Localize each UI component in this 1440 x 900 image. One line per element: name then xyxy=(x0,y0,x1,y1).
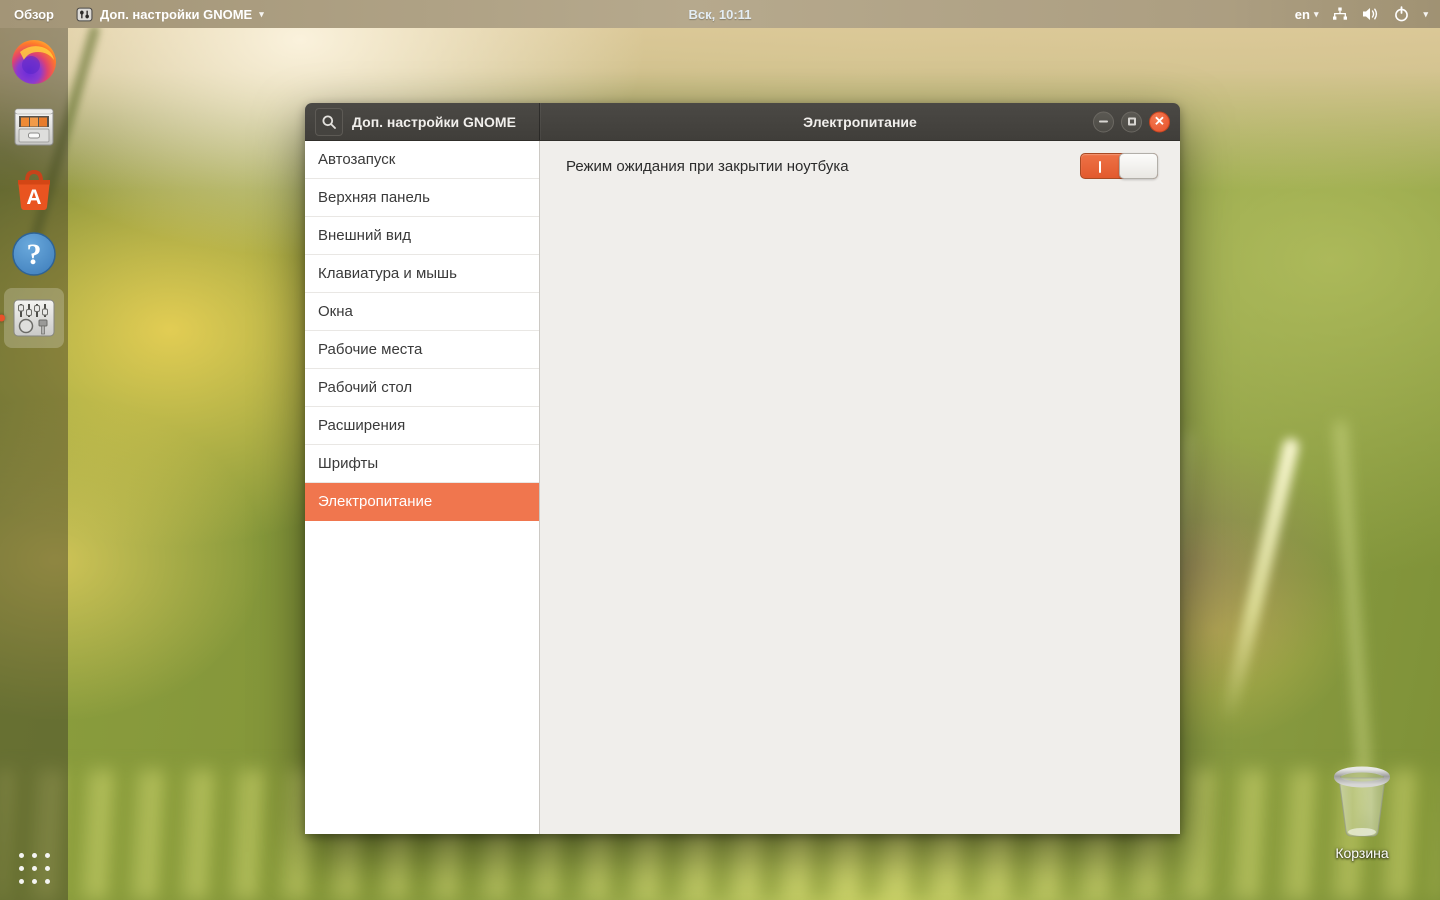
suspend-on-lid-close-label: Режим ожидания при закрытии ноутбука xyxy=(566,157,849,175)
keyboard-layout-label: en xyxy=(1294,6,1310,22)
window-title: Доп. настройки GNOME xyxy=(352,113,516,130)
chevron-down-icon: ▾ xyxy=(1313,8,1319,19)
trash-icon xyxy=(1326,766,1398,842)
search-button[interactable] xyxy=(315,107,343,136)
dock-item-ubuntu-software[interactable]: A xyxy=(4,160,64,220)
window-body: Автозапуск Верхняя панель Внешний вид Кл… xyxy=(305,141,1180,834)
desktop: Обзор Доп. настройки GNOME ▾ Вск, 10:11 xyxy=(0,0,1440,900)
close-button[interactable]: ✕ xyxy=(1149,111,1170,132)
sidebar-item-appearance[interactable]: Внешний вид xyxy=(305,217,539,255)
svg-text:?: ? xyxy=(27,238,42,271)
titlebar-right-pane: Электропитание ✕ xyxy=(540,103,1180,140)
titlebar[interactable]: Доп. настройки GNOME Электропитание ✕ xyxy=(305,103,1180,141)
suspend-on-lid-close-toggle[interactable] xyxy=(1080,153,1158,179)
ubuntu-software-icon: A xyxy=(10,166,58,214)
top-bar-left: Обзор Доп. настройки GNOME ▾ xyxy=(0,6,264,23)
maximize-button[interactable] xyxy=(1121,111,1142,132)
sidebar-item-power[interactable]: Электропитание xyxy=(305,483,539,521)
sidebar-item-keyboard-mouse[interactable]: Клавиатура и мышь xyxy=(305,255,539,293)
keyboard-layout-button[interactable]: en ▾ xyxy=(1295,7,1319,22)
svg-text:A: A xyxy=(26,186,41,209)
panel-title: Электропитание xyxy=(803,113,917,130)
apps-grid-icon xyxy=(18,852,50,884)
top-bar: Обзор Доп. настройки GNOME ▾ Вск, 10:11 xyxy=(0,0,1440,28)
system-menu-chevron-icon[interactable]: ▾ xyxy=(1423,9,1428,20)
titlebar-left-pane: Доп. настройки GNOME xyxy=(305,103,540,140)
sidebar-item-desktop[interactable]: Рабочий стол xyxy=(305,369,539,407)
dock-item-firefox[interactable] xyxy=(4,32,64,92)
firefox-icon xyxy=(10,38,58,86)
sidebar-item-top-bar[interactable]: Верхняя панель xyxy=(305,179,539,217)
network-icon[interactable] xyxy=(1331,6,1349,23)
setting-row: Режим ожидания при закрытии ноутбука xyxy=(540,141,1180,191)
system-status-area: en ▾ ▾ xyxy=(1295,0,1440,28)
toggle-knob[interactable] xyxy=(1119,153,1158,179)
chevron-down-icon: ▾ xyxy=(259,8,264,19)
sidebar-item-fonts[interactable]: Шрифты xyxy=(305,445,539,483)
trash-shortcut[interactable]: Корзина xyxy=(1322,766,1402,861)
dock-item-gnome-tweaks[interactable] xyxy=(4,288,64,348)
files-icon xyxy=(10,102,58,150)
gnome-tweaks-icon xyxy=(10,294,58,342)
volume-icon[interactable] xyxy=(1362,6,1380,22)
power-settings-panel: Режим ожидания при закрытии ноутбука xyxy=(540,141,1180,834)
dock-item-files[interactable] xyxy=(4,96,64,156)
toggle-on-mark xyxy=(1099,161,1101,173)
minimize-button[interactable] xyxy=(1093,111,1114,132)
gnome-tweaks-window: Доп. настройки GNOME Электропитание ✕ Ав… xyxy=(305,103,1180,834)
help-icon: ? xyxy=(10,230,58,278)
sidebar: Автозапуск Верхняя панель Внешний вид Кл… xyxy=(305,141,540,834)
sidebar-item-workspaces[interactable]: Рабочие места xyxy=(305,331,539,369)
trash-label: Корзина xyxy=(1335,845,1389,861)
show-applications-button[interactable] xyxy=(10,844,58,892)
window-controls: ✕ xyxy=(1093,111,1170,132)
activities-button[interactable]: Обзор xyxy=(14,7,54,22)
tweaks-app-icon xyxy=(76,6,93,23)
app-menu-label: Доп. настройки GNOME xyxy=(100,6,253,22)
dock: A ? xyxy=(0,28,68,900)
sidebar-item-extensions[interactable]: Расширения xyxy=(305,407,539,445)
dock-item-help[interactable]: ? xyxy=(4,224,64,284)
power-icon[interactable] xyxy=(1393,5,1410,23)
sidebar-item-windows[interactable]: Окна xyxy=(305,293,539,331)
sidebar-item-autostart[interactable]: Автозапуск xyxy=(305,141,539,179)
app-menu-button[interactable]: Доп. настройки GNOME ▾ xyxy=(76,6,264,23)
